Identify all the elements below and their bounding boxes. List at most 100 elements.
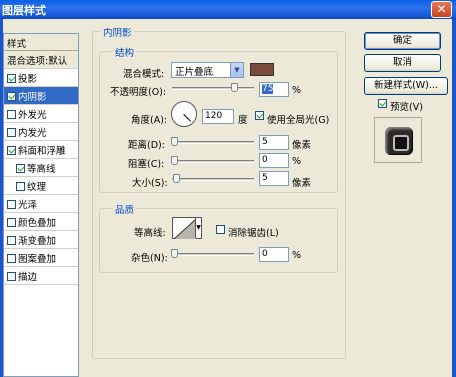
size-unit: 像素 xyxy=(292,178,312,189)
style-list: 样式 混合选项:默认 投影 内阴影 外发光 内发光 斜面和浮雕 等高线 纹理 光… xyxy=(3,33,79,377)
noise-input[interactable]: 0 xyxy=(259,247,289,262)
style-item-texture[interactable]: 纹理 xyxy=(4,177,78,195)
contour-picker[interactable]: ▼ xyxy=(172,217,202,239)
style-item-outer-glow[interactable]: 外发光 xyxy=(4,105,78,123)
choke-input[interactable]: 0 xyxy=(259,153,289,168)
title-bar: 图层样式 ✕ xyxy=(0,0,456,19)
choke-label: 阻塞(C): xyxy=(128,159,165,170)
opacity-slider-track[interactable] xyxy=(172,87,254,90)
distance-slider-track[interactable] xyxy=(172,141,254,144)
style-item-contour[interactable]: 等高线 xyxy=(4,159,78,177)
style-checkbox[interactable] xyxy=(16,164,25,173)
blend-mode-select[interactable]: 正片叠底 ▼ xyxy=(171,62,244,78)
style-item-stroke[interactable]: 描边 xyxy=(4,267,78,285)
style-checkbox[interactable] xyxy=(7,110,16,119)
preview-tile xyxy=(385,127,413,155)
global-light-label: 使用全局光(G) xyxy=(267,115,330,126)
style-checkbox[interactable] xyxy=(7,146,16,155)
style-item-label: 等高线 xyxy=(27,164,56,175)
blend-mode-label: 混合模式: xyxy=(123,69,165,80)
style-checkbox[interactable] xyxy=(7,254,16,263)
close-icon: ✕ xyxy=(436,2,447,16)
global-light-checkbox[interactable] xyxy=(255,111,264,120)
contour-curve-icon xyxy=(174,219,196,239)
size-input[interactable]: 5 xyxy=(259,171,289,186)
opacity-value: 75 xyxy=(262,84,274,94)
style-checkbox[interactable] xyxy=(7,128,16,137)
style-item-bevel-emboss[interactable]: 斜面和浮雕 xyxy=(4,141,78,159)
size-slider-track[interactable] xyxy=(172,178,254,181)
style-item-label: 斜面和浮雕 xyxy=(18,146,66,157)
style-item-label: 纹理 xyxy=(27,182,47,193)
style-item-label: 混合选项:默认 xyxy=(7,56,68,67)
noise-label: 杂色(N): xyxy=(131,253,168,264)
distance-value: 5 xyxy=(262,137,268,147)
style-item-label: 图案叠加 xyxy=(18,254,57,265)
style-checkbox[interactable] xyxy=(7,236,16,245)
angle-label: 角度(A): xyxy=(131,115,168,126)
style-item-pattern-overlay[interactable]: 图案叠加 xyxy=(4,249,78,267)
chevron-down-icon: ▼ xyxy=(230,63,243,77)
inner-shadow-title: 内阴影 xyxy=(101,25,134,39)
style-item-label: 内发光 xyxy=(18,128,47,139)
style-item-gradient-overlay[interactable]: 渐变叠加 xyxy=(4,231,78,249)
style-item-inner-shadow[interactable]: 内阴影 xyxy=(4,87,78,105)
distance-slider-thumb[interactable] xyxy=(171,137,178,146)
style-checkbox[interactable] xyxy=(7,272,16,281)
angle-dial[interactable] xyxy=(171,101,197,127)
style-item-color-overlay[interactable]: 颜色叠加 xyxy=(4,213,78,231)
angle-input[interactable]: 120 xyxy=(202,109,234,124)
new-style-button[interactable]: 新建样式(W)... xyxy=(364,77,448,95)
style-item-label: 投影 xyxy=(18,74,38,85)
style-item-drop-shadow[interactable]: 投影 xyxy=(4,69,78,87)
ok-button[interactable]: 确定 xyxy=(364,32,441,50)
ok-button-label: 确定 xyxy=(392,35,412,46)
angle-value: 120 xyxy=(205,111,223,121)
distance-label: 距离(D): xyxy=(128,140,165,151)
preview-checkbox[interactable] xyxy=(378,99,387,108)
quality-title: 品质 xyxy=(113,202,137,216)
style-checkbox[interactable] xyxy=(7,200,16,209)
noise-value: 0 xyxy=(262,249,268,259)
window-title: 图层样式 xyxy=(2,4,46,17)
style-checkbox[interactable] xyxy=(7,218,16,227)
style-checkbox[interactable] xyxy=(7,92,16,101)
style-checkbox[interactable] xyxy=(7,74,16,83)
style-checkbox[interactable] xyxy=(16,182,25,191)
size-label: 大小(S): xyxy=(132,178,168,189)
anti-alias-label: 消除锯齿(L) xyxy=(228,228,279,239)
chevron-down-icon: ▼ xyxy=(195,218,201,238)
choke-slider-thumb[interactable] xyxy=(171,156,178,165)
style-item-label: 渐变叠加 xyxy=(18,236,57,247)
angle-unit: 度 xyxy=(238,115,248,126)
style-preview-thumbnail xyxy=(374,117,422,163)
style-item-inner-glow[interactable]: 内发光 xyxy=(4,123,78,141)
preview-label: 预览(V) xyxy=(390,102,423,113)
shadow-color-swatch[interactable] xyxy=(250,63,274,76)
noise-slider-track[interactable] xyxy=(172,253,254,256)
distance-unit: 像素 xyxy=(292,140,312,151)
anti-alias-checkbox[interactable] xyxy=(216,225,225,234)
window-frame-right xyxy=(452,19,456,377)
style-item-blending-options[interactable]: 混合选项:默认 xyxy=(4,51,78,69)
distance-input[interactable]: 5 xyxy=(259,135,289,150)
opacity-input[interactable]: 75 xyxy=(259,82,289,97)
size-value: 5 xyxy=(262,173,268,183)
style-item-label: 内阴影 xyxy=(18,92,47,103)
noise-slider-thumb[interactable] xyxy=(171,249,178,258)
new-style-button-label: 新建样式(W)... xyxy=(374,80,438,91)
style-item-satin[interactable]: 光泽 xyxy=(4,195,78,213)
cancel-button[interactable]: 取消 xyxy=(364,54,441,72)
blend-mode-value: 正片叠底 xyxy=(175,67,214,78)
choke-slider-track[interactable] xyxy=(172,160,254,163)
structure-title: 结构 xyxy=(113,45,137,59)
style-list-header: 样式 xyxy=(4,34,78,51)
opacity-slider-thumb[interactable] xyxy=(230,83,238,92)
contour-label: 等高线: xyxy=(134,228,166,239)
style-item-label: 光泽 xyxy=(18,200,38,211)
noise-unit: % xyxy=(292,250,302,261)
close-button[interactable]: ✕ xyxy=(431,1,452,18)
size-slider-thumb[interactable] xyxy=(173,174,180,183)
choke-unit: % xyxy=(292,156,302,167)
opacity-unit: % xyxy=(292,85,302,96)
